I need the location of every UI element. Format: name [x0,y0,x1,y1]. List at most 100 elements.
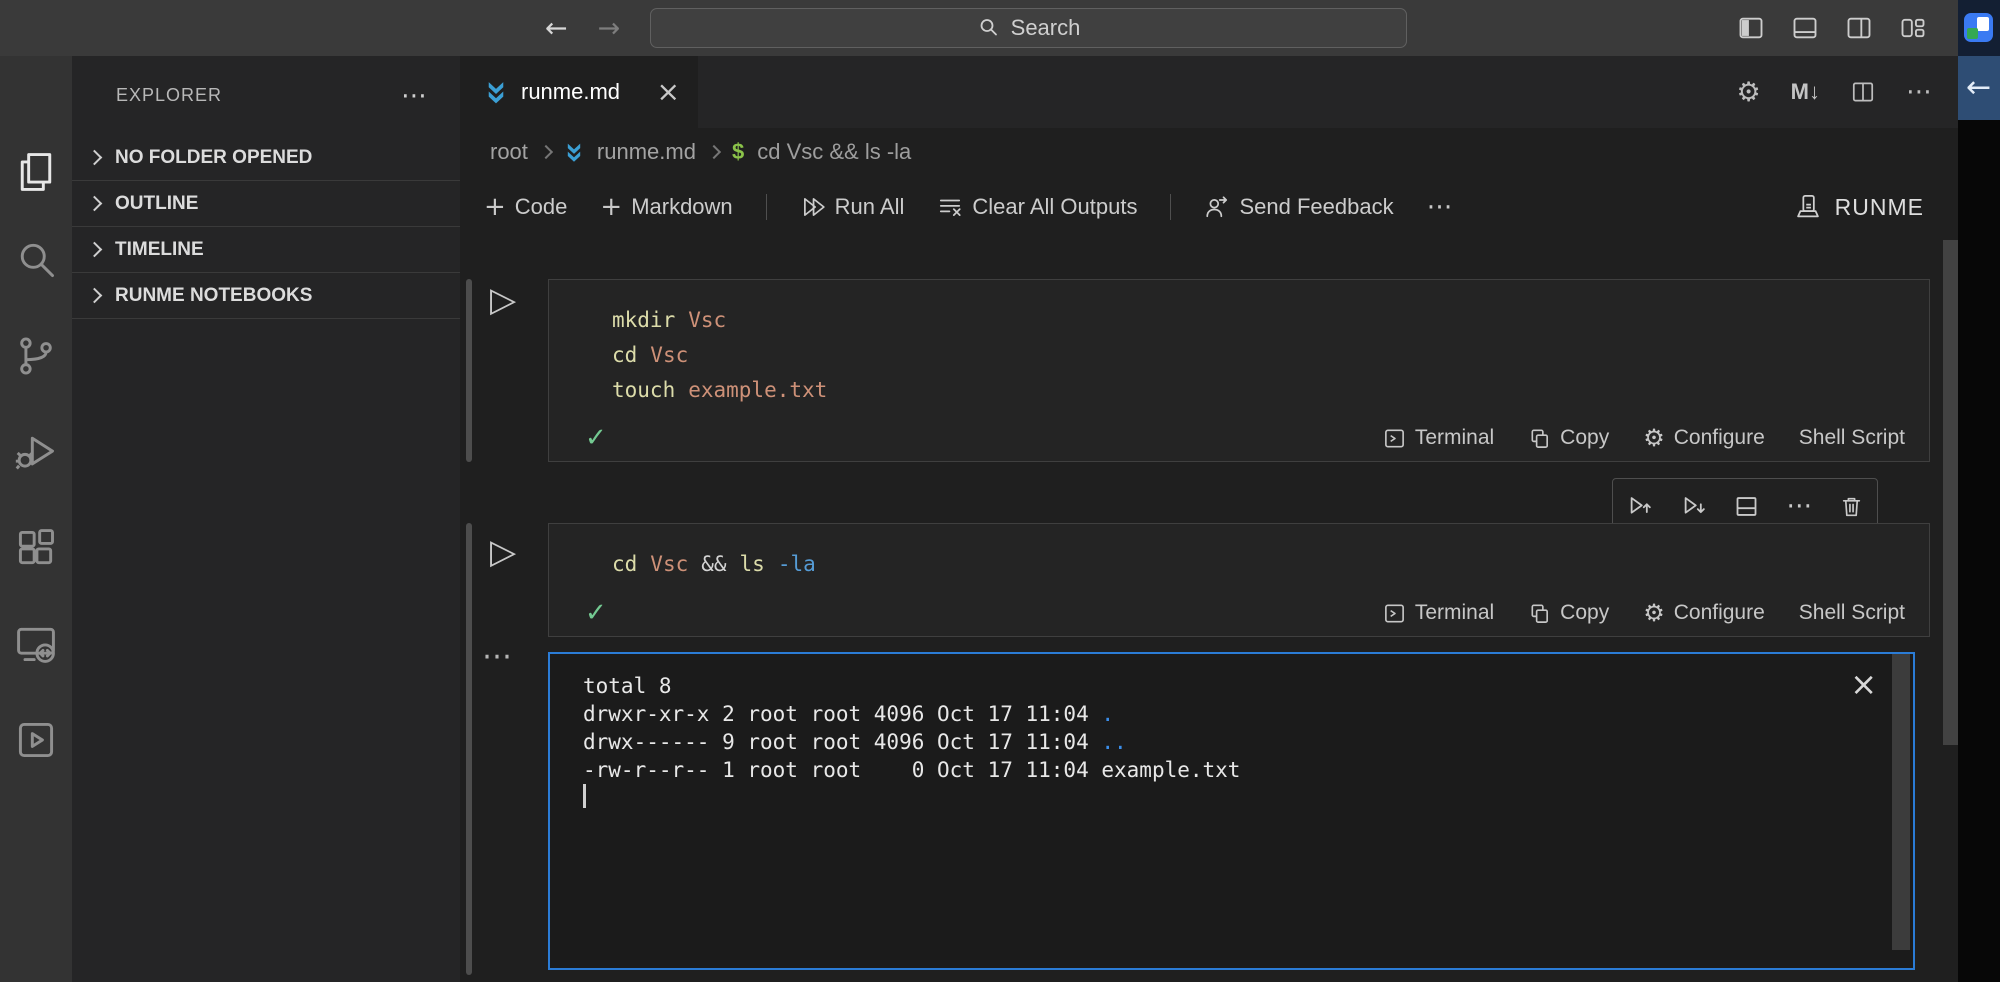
toggle-primary-sidebar-icon[interactable] [1737,14,1765,42]
cell-editor[interactable]: cdVsc&&ls-la [549,524,1929,581]
vscode-window: ← → Search [0,0,2000,982]
tab-runme-md[interactable]: runme.md × [460,56,698,128]
plus-icon: + [600,194,622,220]
command-center-search[interactable]: Search [650,8,1407,48]
copy-button[interactable]: Copy [1528,426,1609,450]
terminal-label: Terminal [1415,426,1494,450]
token-command: mkdir [612,308,675,332]
code-line: mkdir Vsc [612,302,1929,337]
sidebar-item-outline[interactable]: OUTLINE [72,181,460,227]
code-cell-1[interactable]: mkdirVsc cdVsc touchexample.txt ✓ Termin… [548,279,1930,462]
sidebar-item-no-folder-opened[interactable]: NO FOLDER OPENED [72,135,460,181]
run-and-debug-icon[interactable] [12,428,60,476]
breadcrumb-root[interactable]: root [490,139,528,165]
breadcrumb-prompt: $ [732,139,744,165]
success-check-icon: ✓ [585,425,607,451]
source-control-icon[interactable] [12,332,60,380]
terminal-button[interactable]: Terminal [1383,601,1494,625]
cell-editor[interactable]: mkdirVsc cdVsc touchexample.txt [549,280,1929,407]
background-app-icon [1964,13,1993,42]
explorer-icon[interactable] [12,148,60,196]
runme-brand: RUNME [1794,193,1924,221]
remote-explorer-icon[interactable] [12,620,60,668]
clear-all-outputs-icon [937,194,963,220]
search-view-icon[interactable] [12,236,60,284]
execute-below-icon[interactable] [1680,493,1707,520]
directory-link: . [1101,702,1114,726]
back-arrow-icon: ← [1966,73,1991,103]
button-label: Code [515,194,568,220]
language-indicator[interactable]: Shell Script [1799,426,1905,450]
output-more-actions-icon[interactable]: ⋯ [482,642,512,672]
split-editor-icon[interactable] [1850,79,1876,105]
cell-more-actions-icon[interactable]: ⋯ [1786,493,1812,519]
cell-output-terminal[interactable]: total 8 drwxr-xr-x 2 root root 4096 Oct … [548,652,1915,970]
button-label: Clear All Outputs [972,194,1137,220]
clear-all-outputs-button[interactable]: Clear All Outputs [937,194,1137,220]
copy-label: Copy [1560,426,1609,450]
run-cell-button[interactable]: ▷ [490,283,516,317]
runme-notebooks-icon[interactable] [12,716,60,764]
open-preview-icon[interactable]: M↓ [1791,79,1820,105]
runme-brand-label: RUNME [1835,194,1924,221]
section-label: OUTLINE [115,193,198,215]
background-window-strip: ← [1958,0,2000,982]
code-cell-2[interactable]: cdVsc&&ls-la ✓ Terminal Copy [548,523,1930,637]
copy-button[interactable]: Copy [1528,601,1609,625]
back-arrow-icon[interactable]: ← [545,15,568,42]
tab-close-icon[interactable]: × [657,78,680,106]
send-feedback-icon [1204,194,1230,220]
language-label: Shell Script [1799,601,1905,625]
button-label: Run All [835,194,905,220]
token-flag: -la [778,552,816,576]
chevron-right-icon [539,145,553,159]
breadcrumb-command[interactable]: cd Vsc && ls -la [757,139,911,165]
titlebar: ← → Search [0,0,1958,56]
token-command: ls [740,552,765,576]
code-line: touchexample.txt [612,372,1929,407]
chevron-right-icon [87,149,103,165]
settings-gear-icon[interactable]: ⚙ [1736,79,1760,106]
toolbar-divider [1170,194,1171,220]
configure-label: Configure [1674,601,1765,625]
section-label: NO FOLDER OPENED [115,147,312,169]
add-code-cell-button[interactable]: + Code [484,194,567,220]
send-feedback-button[interactable]: Send Feedback [1204,194,1393,220]
split-cell-icon[interactable] [1733,493,1760,520]
sidebar-item-runme-notebooks[interactable]: RUNME NOTEBOOKS [72,273,460,319]
toolbar-more-actions-icon[interactable]: ⋯ [1427,194,1453,220]
token-argument: Vsc [688,308,726,332]
configure-button[interactable]: ⚙ Configure [1643,426,1765,450]
close-output-icon[interactable]: × [1850,668,1877,700]
run-all-button[interactable]: Run All [800,194,905,220]
output-line: total 8 [583,674,672,698]
editor-scrollbar[interactable] [1943,240,1958,745]
more-actions-icon[interactable]: ⋯ [1906,79,1932,105]
delete-cell-icon[interactable] [1839,494,1864,519]
add-markdown-cell-button[interactable]: + Markdown [600,194,732,220]
sidebar-item-timeline[interactable]: TIMELINE [72,227,460,273]
customize-layout-icon[interactable] [1899,14,1927,42]
sidebar-more-actions-icon[interactable]: ⋯ [401,83,428,109]
terminal-button[interactable]: Terminal [1383,426,1494,450]
runme-file-icon [564,141,584,164]
output-line: -rw-r--r-- 1 root root 0 Oct 17 11:04 ex… [583,758,1240,782]
forward-arrow-icon[interactable]: → [598,15,621,42]
cell-focus-bar [466,279,472,462]
configure-label: Configure [1674,426,1765,450]
configure-button[interactable]: ⚙ Configure [1643,601,1765,625]
token-operator: && [701,552,726,576]
toggle-panel-icon[interactable] [1791,14,1819,42]
breadcrumb-file[interactable]: runme.md [597,139,696,165]
cell-focus-bar [466,523,472,975]
execute-above-icon[interactable] [1626,493,1653,520]
history-nav: ← → [545,0,620,56]
activity-bar [0,56,72,982]
extensions-icon[interactable] [12,524,60,572]
token-command: touch [612,378,675,402]
language-indicator[interactable]: Shell Script [1799,601,1905,625]
chevron-right-icon [87,195,103,211]
run-cell-button[interactable]: ▷ [490,535,516,569]
output-scrollbar[interactable] [1892,654,1910,950]
toggle-secondary-sidebar-icon[interactable] [1845,14,1873,42]
